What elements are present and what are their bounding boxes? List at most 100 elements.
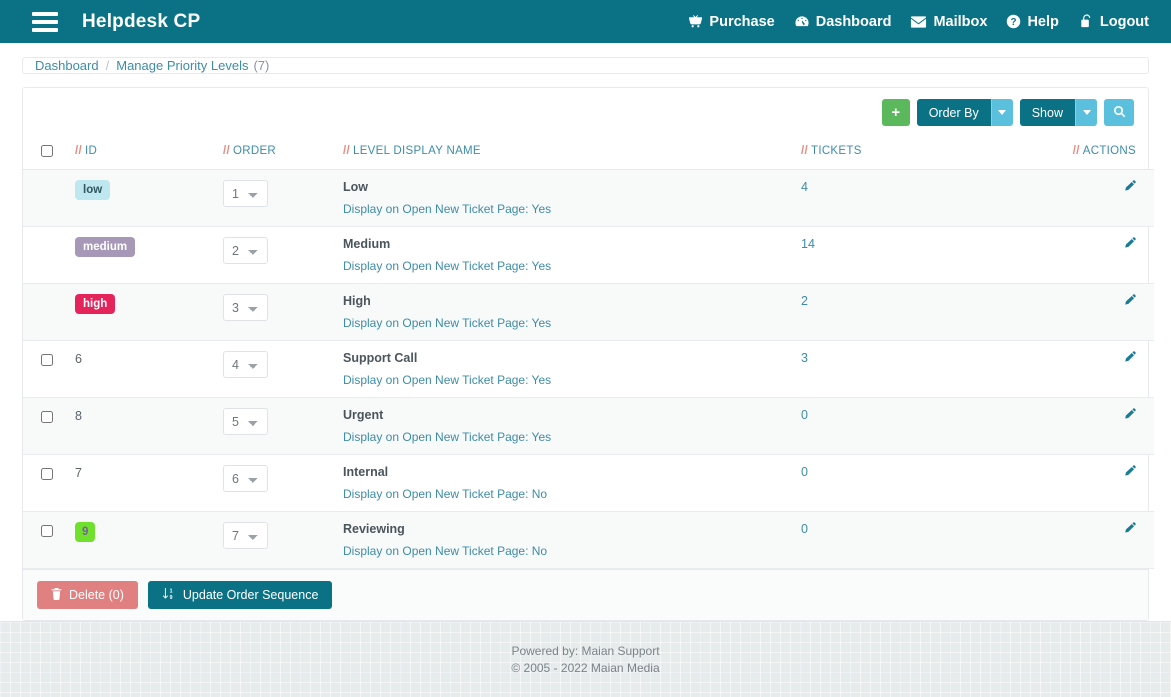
header-tickets[interactable]: //TICKETS: [801, 137, 1044, 170]
nav-item-mailbox[interactable]: Mailbox: [910, 14, 987, 30]
row-tickets-link[interactable]: 0: [801, 408, 808, 422]
order-select[interactable]: 1234567: [223, 465, 268, 492]
pencil-icon[interactable]: [1124, 351, 1136, 366]
pencil-icon[interactable]: [1124, 294, 1136, 309]
nav-label: Mailbox: [933, 13, 988, 30]
search-button[interactable]: [1104, 99, 1134, 126]
pencil-icon[interactable]: [1124, 522, 1136, 537]
row-select-cell: [23, 170, 75, 227]
order-select[interactable]: 1234567: [223, 522, 268, 549]
row-name-cell: Urgent Display on Open New Ticket Page: Y…: [343, 398, 801, 455]
nav-label: Dashboard: [815, 13, 892, 30]
table-header-row: //ID //ORDER //LEVEL DISPLAY NAME //TICK…: [23, 137, 1154, 170]
nav-item-logout[interactable]: Logout: [1078, 14, 1149, 30]
priority-levels-panel: + Order By Show // ID // ORDER // LEVEL …: [22, 87, 1154, 621]
header-prefix: //: [1072, 145, 1080, 157]
svg-text:1: 1: [169, 588, 172, 594]
row-tickets-link[interactable]: 2: [801, 294, 808, 308]
row-order-cell: 1234567: [223, 227, 343, 284]
footer-copyright: © 2005 - 2022 Maian Media: [511, 661, 660, 675]
row-id-text: 8: [75, 409, 82, 423]
order-by-caret-button[interactable]: [990, 99, 1013, 126]
row-id-cell: 6: [75, 341, 223, 398]
header-order[interactable]: //ORDER: [223, 137, 343, 170]
row-select-checkbox[interactable]: [41, 468, 53, 480]
page-footer: Powered by: Maian Support © 2005 - 2022 …: [0, 621, 1171, 697]
header-level-display-name[interactable]: //LEVEL DISPLAY NAME: [343, 137, 801, 170]
row-id-text: 6: [75, 352, 82, 366]
row-id-cell: 8: [75, 398, 223, 455]
order-select[interactable]: 1234567: [223, 294, 268, 321]
order-select[interactable]: 1234567: [223, 408, 268, 435]
row-id-text: 7: [75, 466, 82, 480]
app-brand-title: Helpdesk CP: [82, 10, 201, 32]
breadcrumb-count: (7): [253, 58, 270, 73]
row-level-name: Medium: [343, 237, 391, 251]
row-display-setting: Display on Open New Ticket Page: No: [343, 487, 548, 501]
breadcrumb-current[interactable]: Manage Priority Levels: [116, 58, 248, 73]
nav-item-purchase[interactable]: Purchase: [688, 13, 775, 30]
nav-item-dashboard[interactable]: Dashboard: [794, 13, 892, 30]
hamburger-icon[interactable]: [32, 11, 58, 32]
row-tickets-cell: 4: [801, 170, 1044, 227]
row-id-cell: 7: [75, 455, 223, 512]
header-label: ORDER: [233, 145, 277, 157]
show-caret-button[interactable]: [1075, 99, 1097, 126]
order-select[interactable]: 1234567: [223, 351, 268, 378]
table-toolbar: + Order By Show: [23, 88, 1148, 137]
row-select-checkbox[interactable]: [41, 411, 53, 423]
sort-numeric-icon: 1 9: [162, 587, 176, 603]
pencil-icon[interactable]: [1124, 237, 1136, 252]
table-row: 6 1234567 Support Call Display on Open New …: [23, 341, 1154, 398]
row-select-cell: [23, 284, 75, 341]
row-level-name: Support Call: [343, 351, 418, 365]
select-all-checkbox[interactable]: [41, 145, 53, 157]
order-select[interactable]: 1234567: [223, 180, 268, 207]
header-label: ID: [85, 145, 98, 157]
row-tickets-cell: 0: [801, 455, 1044, 512]
row-tickets-link[interactable]: 14: [801, 237, 815, 251]
header-id[interactable]: //ID: [75, 137, 223, 170]
row-name-cell: High Display on Open New Ticket Page: Yes: [343, 284, 801, 341]
unlock-icon: [1078, 14, 1094, 29]
row-select-checkbox[interactable]: [41, 525, 53, 537]
row-select-cell: [23, 227, 75, 284]
show-dropdown[interactable]: Show: [1019, 99, 1097, 126]
row-level-name: Reviewing: [343, 522, 405, 536]
row-tickets-cell: 0: [801, 512, 1044, 569]
breadcrumb-dashboard[interactable]: Dashboard: [35, 58, 99, 73]
pencil-icon[interactable]: [1124, 408, 1136, 423]
row-tickets-link[interactable]: 4: [801, 180, 808, 194]
row-tickets-link[interactable]: 0: [801, 522, 808, 536]
row-tickets-cell: 3: [801, 341, 1044, 398]
order-select[interactable]: 1234567: [223, 237, 268, 264]
top-navbar: Helpdesk CP Purchase Dashboard Mailbox ?…: [0, 0, 1171, 43]
header-label: LEVEL DISPLAY NAME: [353, 145, 481, 157]
svg-text:?: ?: [1011, 17, 1017, 28]
row-tickets-link[interactable]: 3: [801, 351, 808, 365]
row-tickets-cell: 2: [801, 284, 1044, 341]
row-select-checkbox[interactable]: [41, 354, 53, 366]
row-tickets-cell: 14: [801, 227, 1044, 284]
nav-label: Purchase: [709, 13, 775, 30]
delete-button-label: Delete (0): [69, 588, 124, 602]
update-order-sequence-button[interactable]: 1 9 Update Order Sequence: [147, 581, 333, 609]
pencil-icon[interactable]: [1124, 180, 1136, 195]
show-button[interactable]: Show: [1019, 99, 1075, 126]
header-actions: //ACTIONS: [1044, 137, 1154, 170]
delete-button[interactable]: Delete (0): [37, 581, 138, 609]
row-actions-cell: [1044, 398, 1154, 455]
order-by-dropdown[interactable]: Order By: [916, 99, 1013, 126]
nav-item-help[interactable]: ? Help: [1006, 14, 1059, 30]
order-by-button[interactable]: Order By: [916, 99, 991, 126]
row-tickets-link[interactable]: 0: [801, 465, 808, 479]
row-actions-cell: [1044, 227, 1154, 284]
priority-levels-table: //ID //ORDER //LEVEL DISPLAY NAME //TICK…: [23, 137, 1154, 569]
pencil-icon[interactable]: [1124, 465, 1136, 480]
table-row: medium 1234567 Medium Display on Open New T…: [23, 227, 1154, 284]
add-button[interactable]: +: [881, 99, 910, 126]
row-order-cell: 1234567: [223, 398, 343, 455]
row-select-cell: [23, 398, 75, 455]
header-label: ACTIONS: [1082, 145, 1136, 157]
row-actions-cell: [1044, 455, 1154, 512]
